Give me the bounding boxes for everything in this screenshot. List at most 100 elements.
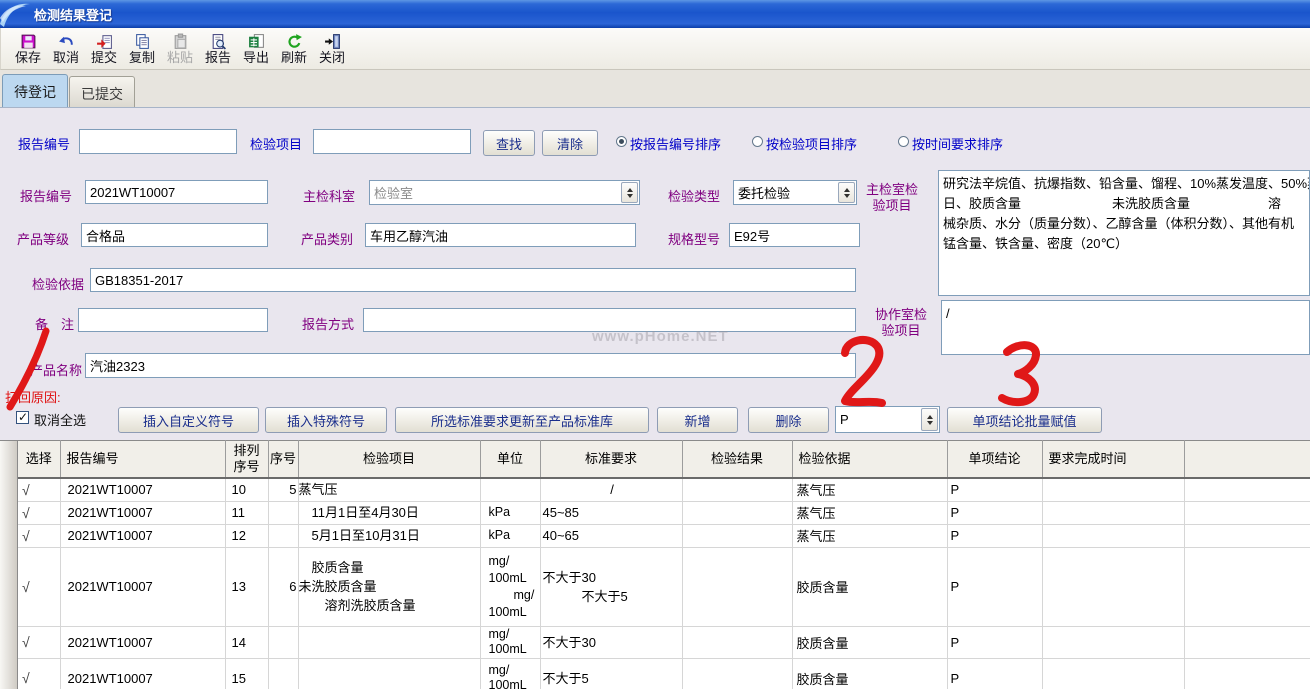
remark-label: 备 注	[35, 314, 74, 333]
table-row[interactable]: √ 2021WT10007 12 5月1日至10月31日 kPa 40~65 蒸…	[18, 524, 1310, 547]
col-report-no[interactable]: 报告编号	[60, 441, 225, 479]
report-no-input[interactable]	[85, 180, 268, 204]
col-seq-no[interactable]: 序号	[268, 441, 298, 479]
col-sort-no[interactable]: 排列 序号	[225, 441, 268, 479]
export-button[interactable]: 导出	[237, 30, 275, 68]
submit-button[interactable]: 提交	[85, 30, 123, 68]
copy-button[interactable]: 复制	[123, 30, 161, 68]
cell-basis: 蒸气压	[792, 501, 947, 524]
col-unit[interactable]: 单位	[480, 441, 540, 479]
cell-unit: kPa	[480, 524, 540, 547]
table-row[interactable]: √ 2021WT10007 10 5 蒸气压 / 蒸气压 P	[18, 478, 1310, 501]
insert-special-symbol-button[interactable]: 插入特殊符号	[265, 407, 387, 433]
col-result[interactable]: 检验结果	[682, 441, 792, 479]
delete-button[interactable]: 删除	[748, 407, 829, 433]
cell-filler	[1184, 626, 1310, 658]
sort-by-time-radio[interactable]	[898, 136, 909, 147]
grade-input[interactable]	[81, 223, 268, 247]
update-standard-button[interactable]: 所选标准要求更新至产品标准库	[395, 407, 649, 433]
cell-standard: 不大于30	[540, 626, 682, 658]
clear-button[interactable]: 清除	[542, 130, 598, 156]
cell-basis: 蒸气压	[792, 524, 947, 547]
cell-result	[682, 524, 792, 547]
find-button[interactable]: 查找	[483, 130, 535, 156]
cell-report-no: 2021WT10007	[60, 626, 225, 658]
save-icon	[20, 33, 37, 50]
batch-assign-button[interactable]: 单项结论批量赋值	[947, 407, 1102, 433]
cell-standard: /	[540, 478, 682, 501]
cell-item	[298, 658, 480, 689]
cell-standard: 45~85	[540, 501, 682, 524]
col-select[interactable]: 选择	[18, 441, 60, 479]
basis-input[interactable]	[90, 268, 856, 292]
coop-items-textarea[interactable]: /	[941, 300, 1310, 355]
grid-row-indicator-strip	[0, 440, 18, 689]
col-conclusion[interactable]: 单项结论	[947, 441, 1042, 479]
cell-result	[682, 658, 792, 689]
cell-unit: mg/ 100mL	[480, 658, 540, 689]
col-basis[interactable]: 检验依据	[792, 441, 947, 479]
cell-unit: kPa	[480, 501, 540, 524]
report-button[interactable]: 报告	[199, 30, 237, 68]
row-check[interactable]: √	[18, 658, 60, 689]
cell-report-no: 2021WT10007	[60, 501, 225, 524]
cell-report-no: 2021WT10007	[60, 658, 225, 689]
spinner-icon[interactable]	[838, 182, 855, 203]
refresh-button[interactable]: 刷新	[275, 30, 313, 68]
row-check[interactable]: √	[18, 478, 60, 501]
insp-type-value: 委托检验	[734, 183, 837, 202]
insp-type-combo[interactable]: 委托检验	[733, 180, 857, 205]
cell-standard: 40~65	[540, 524, 682, 547]
submit-icon	[96, 33, 113, 50]
table-row[interactable]: √ 2021WT10007 14 mg/ 100mL 不大于30 胶质含量 P	[18, 626, 1310, 658]
product-name-input[interactable]	[85, 353, 856, 378]
row-check[interactable]: √	[18, 524, 60, 547]
spec-input[interactable]	[729, 223, 860, 247]
tab-bar: 待登记 已提交	[0, 70, 1310, 108]
spinner-icon[interactable]	[921, 408, 938, 431]
search-item-input[interactable]	[313, 129, 471, 154]
conclusion-combo[interactable]: P	[835, 406, 940, 433]
sort-by-item-radio[interactable]	[752, 136, 763, 147]
save-button[interactable]: 保存	[9, 30, 47, 68]
close-icon	[324, 33, 341, 50]
col-item[interactable]: 检验项目	[298, 441, 480, 479]
cancel-button[interactable]: 取消	[47, 30, 85, 68]
table-row[interactable]: √ 2021WT10007 11 11月1日至4月30日 kPa 45~85 蒸…	[18, 501, 1310, 524]
search-report-no-input[interactable]	[79, 129, 237, 154]
main-dept-value: 检验室	[370, 183, 620, 202]
spinner-icon[interactable]	[621, 182, 638, 203]
table-row[interactable]: √ 2021WT10007 15 mg/ 100mL 不大于5 胶质含量 P	[18, 658, 1310, 689]
close-button[interactable]: 关闭	[313, 30, 351, 68]
cell-item: 5月1日至10月31日	[298, 524, 480, 547]
col-due[interactable]: 要求完成时间	[1042, 441, 1184, 479]
cell-unit: mg/ 100mL	[480, 626, 540, 658]
cell-basis: 胶质含量	[792, 547, 947, 626]
main-dept-combo[interactable]: 检验室	[369, 180, 640, 205]
cell-seq-no	[268, 626, 298, 658]
insert-custom-symbol-button[interactable]: 插入自定义符号	[118, 407, 259, 433]
category-input[interactable]	[365, 223, 636, 247]
tab-submitted[interactable]: 已提交	[69, 76, 135, 107]
remark-input[interactable]	[78, 308, 268, 332]
title-bar: 检测结果登记	[0, 0, 1310, 28]
cell-sort-no: 13	[225, 547, 268, 626]
sort-by-report-no-radio[interactable]	[616, 136, 627, 147]
basis-label: 检验依据	[32, 274, 84, 293]
report-label: 报告	[205, 51, 231, 64]
main-items-textarea[interactable]: 研究法辛烷值、抗爆指数、铅含量、馏程、10%蒸发温度、50%蒸 日、胶质含量 未…	[938, 170, 1310, 296]
cell-basis: 胶质含量	[792, 658, 947, 689]
col-standard[interactable]: 标准要求	[540, 441, 682, 479]
save-label: 保存	[15, 51, 41, 64]
cell-unit: mg/ 100mL mg/ 100mL	[480, 547, 540, 626]
row-check[interactable]: √	[18, 626, 60, 658]
select-all-checkbox[interactable]	[16, 411, 29, 424]
row-check[interactable]: √	[18, 501, 60, 524]
submit-label: 提交	[91, 51, 117, 64]
add-button[interactable]: 新增	[657, 407, 738, 433]
cell-seq-no	[268, 658, 298, 689]
row-check[interactable]: √	[18, 547, 60, 626]
tab-pending[interactable]: 待登记	[2, 74, 68, 107]
table-row[interactable]: √ 2021WT10007 13 6 胶质含量 未洗胶质含量 溶剂洗胶质含量 m…	[18, 547, 1310, 626]
cell-result	[682, 547, 792, 626]
